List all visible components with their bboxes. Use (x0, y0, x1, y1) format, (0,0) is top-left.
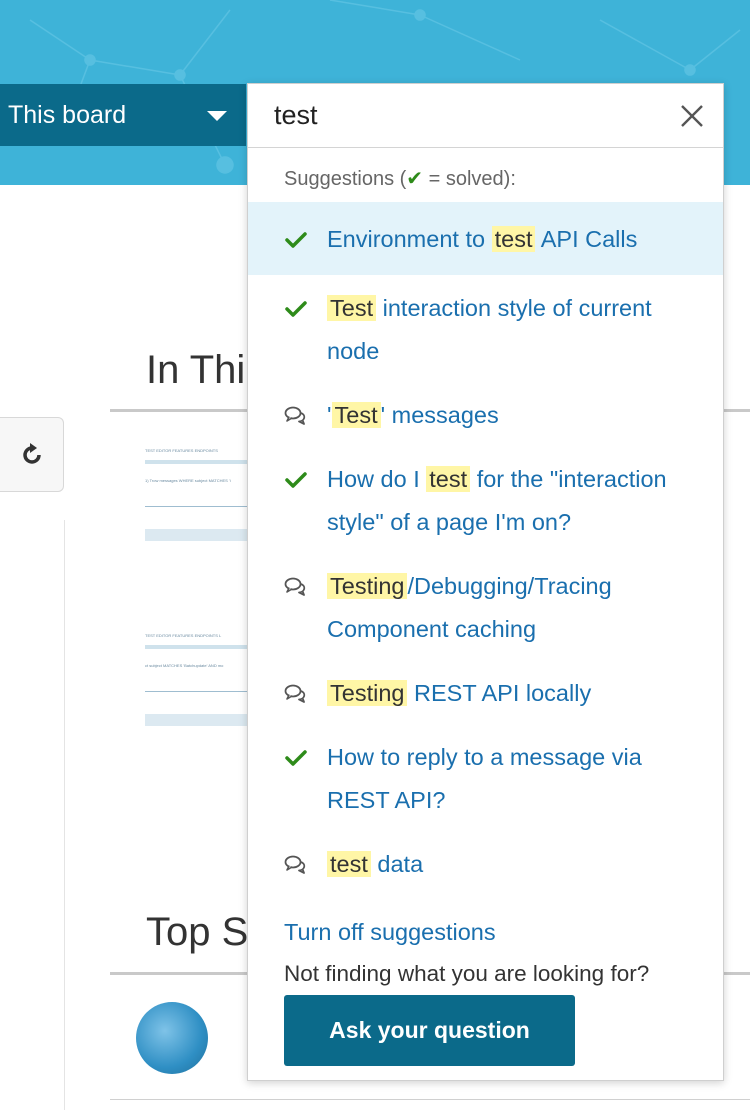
search-scope-dropdown[interactable]: This board (0, 84, 246, 146)
suggestion-title: Test interaction style of current node (327, 295, 652, 364)
ask-question-button[interactable]: Ask your question (284, 995, 575, 1066)
column-divider (64, 520, 65, 1110)
suggestion-title: How do I test for the "interaction style… (327, 466, 667, 535)
section-title-in-this: In Thi (146, 348, 246, 392)
refresh-button[interactable] (0, 417, 64, 492)
thumbnail-body-text: 1) Trow messages WHERE subject MATCHES '… (145, 478, 231, 483)
avatar[interactable] (136, 1002, 208, 1074)
suggestion-item[interactable]: Testing REST API locally (248, 660, 723, 724)
turn-off-suggestions-link[interactable]: Turn off suggestions (284, 919, 496, 946)
suggestion-title: ' Test ' messages (327, 402, 499, 428)
thumbnail-header-text: TEST EDITOR FEATURES ENDPOINTS L (145, 633, 222, 638)
check-icon (284, 746, 308, 770)
check-icon (284, 297, 308, 321)
suggestion-item[interactable]: Environment to test API Calls (248, 202, 723, 275)
list-divider (110, 1099, 750, 1100)
suggestion-title: Testing/Debugging/Tracing Component cach… (327, 573, 612, 642)
search-term-highlight: test (491, 226, 536, 252)
suggestion-title: How to reply to a message via REST API? (327, 744, 642, 813)
suggestion-title: Environment to test API Calls (327, 226, 638, 252)
speech-bubbles-icon (284, 575, 308, 599)
check-icon: ✔ (406, 168, 424, 190)
search-term-highlight: Testing (327, 680, 408, 706)
speech-bubbles-icon (284, 853, 308, 877)
suggestion-item[interactable]: How to reply to a message via REST API? (248, 724, 723, 831)
search-input-value: test (274, 100, 318, 130)
refresh-icon (22, 442, 41, 464)
suggestion-title: test data (327, 843, 423, 886)
thumbnail-image: TEST EDITOR FEATURES ENDPOINTS L ct subj… (145, 633, 250, 726)
thumbnail-body-text: ct subject MATCHES 'Batchupdate' AND mo (145, 663, 224, 668)
suggestion-item[interactable]: How do I test for the "interaction style… (248, 446, 723, 553)
search-term-highlight: Test (331, 402, 381, 428)
section-title-top: Top S (146, 910, 249, 954)
suggestion-item[interactable]: ' Test ' messages (248, 382, 723, 446)
suggestion-title: Testing REST API locally (327, 672, 591, 715)
check-icon (284, 468, 308, 492)
search-term-highlight: Testing (327, 573, 408, 599)
check-icon (284, 228, 308, 252)
thumbnail-header-text: TEST EDITOR FEATURES ENDPOINTS (145, 448, 218, 453)
search-suggestions-panel: test Suggestions (✔ = solved): Environme… (247, 83, 724, 1081)
search-term-highlight: test (426, 466, 471, 492)
suggestion-item[interactable]: Test interaction style of current node (248, 275, 723, 382)
speech-bubbles-icon (284, 404, 308, 428)
search-input[interactable]: test (248, 84, 723, 148)
thumbnail-image: TEST EDITOR FEATURES ENDPOINTS 1) Trow m… (145, 448, 250, 541)
close-icon[interactable] (679, 103, 705, 129)
suggestion-item[interactable]: Testing/Debugging/Tracing Component cach… (248, 553, 723, 660)
speech-bubbles-icon (284, 682, 308, 706)
search-term-highlight: test (327, 851, 371, 877)
suggestions-list: Environment to test API Calls Test intera… (248, 202, 723, 895)
search-term-highlight: Test (327, 295, 377, 321)
not-finding-text: Not finding what you are looking for? (284, 961, 650, 986)
suggestions-header: Suggestions (✔ = solved): (284, 168, 516, 190)
search-scope-label: This board (8, 100, 127, 129)
chevron-down-icon (207, 111, 227, 121)
suggestion-item[interactable]: test data (248, 831, 723, 895)
